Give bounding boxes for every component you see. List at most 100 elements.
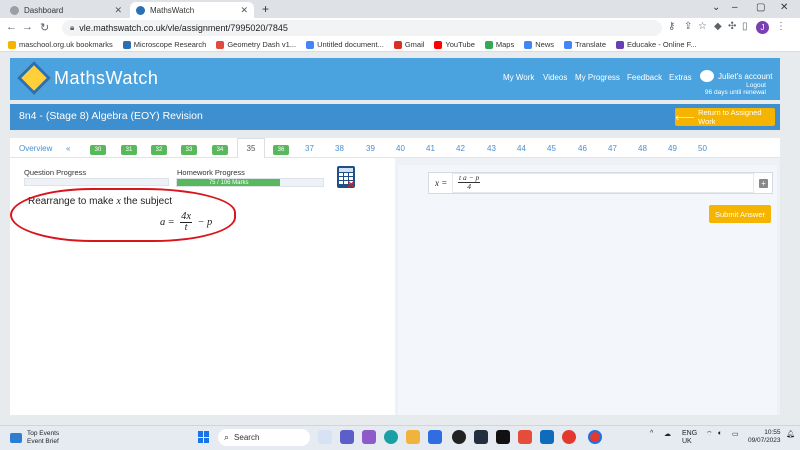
edge-icon[interactable]	[384, 430, 398, 444]
share-icon[interactable]: ⇪	[684, 21, 692, 32]
logout-link[interactable]: Logout	[705, 82, 766, 89]
question-39[interactable]: 39	[366, 144, 375, 153]
bookmark-icon	[122, 40, 131, 49]
windows-start-icon[interactable]	[198, 431, 210, 443]
amazon-icon[interactable]	[474, 430, 488, 444]
forward-icon[interactable]: →	[22, 21, 33, 33]
question-45[interactable]: 45	[547, 144, 556, 153]
media-icon[interactable]	[518, 430, 532, 444]
expand-plus-button[interactable]: +	[759, 179, 768, 188]
weather-widget[interactable]: Top Events Event Brief	[10, 430, 59, 446]
account-chat-icon	[700, 70, 714, 82]
maximize-icon[interactable]: ▢	[756, 2, 765, 13]
puzzle-icon[interactable]: ✣	[728, 21, 736, 32]
question-44[interactable]: 44	[517, 144, 526, 153]
notification-icon[interactable]: 🔔︎	[786, 430, 795, 438]
lock-icon: 🔒︎	[70, 23, 75, 32]
answer-input[interactable]	[452, 173, 754, 193]
question-50[interactable]: 50	[698, 144, 707, 153]
battery-icon[interactable]: ▭	[732, 430, 739, 438]
question-49[interactable]: 49	[668, 144, 677, 153]
bookmark-item[interactable]: Gmail	[393, 40, 424, 49]
bing-icon[interactable]	[318, 430, 332, 444]
question-38[interactable]: 38	[335, 144, 344, 153]
renewal-text: 96 days until renewal	[704, 89, 766, 96]
close-window-icon[interactable]: ✕	[780, 2, 788, 13]
tiktok-icon[interactable]	[496, 430, 510, 444]
question-48[interactable]: 48	[638, 144, 647, 153]
tab-dashboard[interactable]: Dashboard ✕	[4, 2, 128, 18]
language-indicator[interactable]: ENG UK	[682, 430, 697, 446]
question-progress-label: Question Progress	[24, 168, 87, 177]
question-37[interactable]: 37	[305, 144, 314, 153]
key-icon[interactable]: ⚷	[668, 21, 675, 32]
menu-kebab-icon[interactable]: ⋮	[776, 21, 786, 32]
reload-icon[interactable]: ↻	[40, 21, 49, 34]
nav-my-work[interactable]: My Work	[503, 73, 534, 82]
address-bar[interactable]: 🔒︎ vle.mathswatch.co.uk/vle/assignment/7…	[62, 20, 662, 36]
question-42[interactable]: 42	[456, 144, 465, 153]
question-43[interactable]: 43	[487, 144, 496, 153]
chrome-icon[interactable]	[562, 430, 576, 444]
question-35-current[interactable]: 35	[237, 138, 265, 158]
account-name: Juliet's account	[718, 71, 773, 81]
question-36-done[interactable]: 36	[273, 145, 289, 155]
volume-icon[interactable]: 🔈︎	[718, 430, 722, 438]
sidebar-icon[interactable]: ▯	[742, 21, 748, 32]
return-to-assigned-work-button[interactable]: 🡐 Return to Assigned Work	[675, 108, 775, 126]
new-tab-button[interactable]: +	[262, 2, 269, 16]
profile-avatar[interactable]: J	[756, 21, 769, 34]
nav-extras[interactable]: Extras	[669, 73, 692, 82]
bookmark-item[interactable]: News	[524, 40, 554, 49]
question-33-done[interactable]: 33	[181, 145, 197, 155]
close-tab-icon[interactable]: ✕	[114, 5, 122, 16]
question-32-done[interactable]: 32	[151, 145, 167, 155]
tab-overview[interactable]: Overview	[19, 144, 52, 153]
outlook-icon[interactable]	[540, 430, 554, 444]
tray-chevron-icon[interactable]: ^	[650, 430, 653, 437]
dell-icon[interactable]	[452, 430, 466, 444]
question-31-done[interactable]: 31	[121, 145, 137, 155]
nav-feedback[interactable]: Feedback	[627, 73, 662, 82]
account-menu[interactable]: Juliet's account	[700, 70, 772, 82]
question-40[interactable]: 40	[396, 144, 405, 153]
question-46[interactable]: 46	[578, 144, 587, 153]
submit-answer-button[interactable]: Submit Answer	[709, 205, 771, 223]
homework-progress-label: Homework Progress	[177, 168, 245, 177]
bookmark-item[interactable]: Geometry Dash v1...	[216, 40, 296, 49]
minimize-icon[interactable]: –	[732, 2, 738, 13]
nav-my-progress[interactable]: My Progress	[575, 73, 620, 82]
extension-icon[interactable]: ◆	[714, 21, 722, 32]
question-41[interactable]: 41	[426, 144, 435, 153]
taskbar-search[interactable]: ⌕ Search	[218, 429, 310, 446]
bookmark-star-icon[interactable]: ☆	[698, 21, 707, 32]
teams-icon[interactable]	[362, 430, 376, 444]
question-30-done[interactable]: 30	[90, 145, 106, 155]
tab-mathswatch[interactable]: MathsWatch ✕	[130, 2, 254, 18]
file-explorer-icon[interactable]	[406, 430, 420, 444]
chrome-active-icon[interactable]	[588, 430, 602, 444]
bookmark-item[interactable]: YouTube	[434, 40, 475, 49]
system-clock[interactable]: 10:55 09/07/2023	[748, 429, 781, 445]
bookmark-icon	[306, 40, 315, 49]
question-47[interactable]: 47	[608, 144, 617, 153]
tab-search-icon[interactable]: ⌄	[712, 2, 720, 13]
question-34-done[interactable]: 34	[212, 145, 228, 155]
bookmark-item[interactable]: Translate	[564, 40, 606, 49]
site-logo[interactable]: MathsWatch	[17, 61, 159, 95]
bookmark-item[interactable]: Untitled document...	[306, 40, 384, 49]
chat-icon[interactable]	[340, 430, 354, 444]
cloud-icon[interactable]: ☁	[664, 430, 671, 438]
prev-questions-link[interactable]: «	[66, 144, 70, 153]
bookmarks-bar: maschool.org.uk bookmarks Microscope Res…	[0, 38, 800, 52]
brand-name: MathsWatch	[54, 67, 159, 88]
store-icon[interactable]	[428, 430, 442, 444]
bookmark-item[interactable]: Maps	[484, 40, 514, 49]
bookmark-item[interactable]: Microscope Research	[122, 40, 206, 49]
nav-videos[interactable]: Videos	[543, 73, 567, 82]
close-tab-icon[interactable]: ✕	[240, 5, 248, 16]
wifi-icon[interactable]: ⌔	[706, 430, 713, 439]
bookmark-item[interactable]: maschool.org.uk bookmarks	[8, 40, 113, 49]
back-icon[interactable]: ←	[6, 21, 17, 33]
bookmark-item[interactable]: Educake - Online F...	[616, 40, 697, 49]
